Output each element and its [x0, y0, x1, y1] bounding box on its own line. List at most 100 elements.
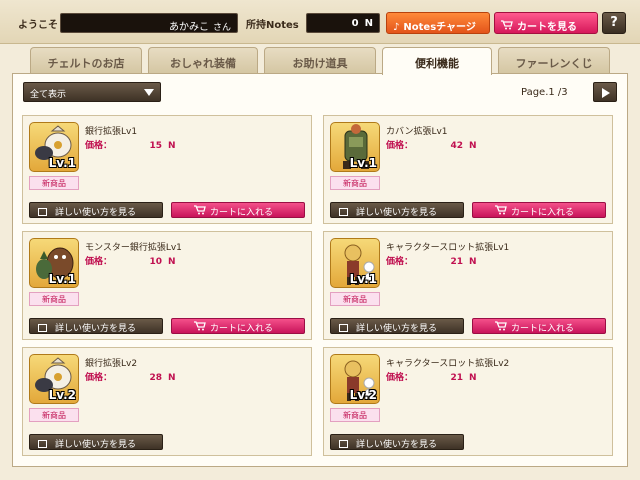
- monster-icon: Lv.1: [29, 238, 79, 288]
- price-unit: N: [469, 373, 477, 383]
- howto-button[interactable]: 詳しい使い方を見る: [330, 318, 464, 334]
- price-label: 価格：: [85, 373, 113, 383]
- howto-button[interactable]: 詳しい使い方を見る: [330, 202, 464, 218]
- add-to-cart-label: カートに入れる: [210, 208, 274, 218]
- price-unit: N: [168, 257, 176, 267]
- help-button[interactable]: ?: [602, 12, 626, 34]
- add-to-cart-button[interactable]: カートに入れる: [472, 202, 606, 218]
- level-badge: Lv.1: [48, 272, 76, 286]
- music-note-icon: ♪: [393, 22, 400, 33]
- new-item-badge: 新商品: [330, 408, 380, 422]
- cart-icon: [495, 205, 507, 218]
- tab-convenience[interactable]: 便利機能: [382, 47, 492, 75]
- book-icon: [38, 208, 47, 216]
- item-name: カバン拡張Lv1: [386, 127, 448, 137]
- add-to-cart-button[interactable]: カートに入れる: [171, 318, 305, 334]
- notes-balance: 0N: [306, 13, 380, 33]
- price-unit: N: [168, 141, 176, 151]
- price-value: 10: [149, 257, 163, 267]
- filter-dropdown[interactable]: 全て表示: [23, 82, 161, 102]
- level-badge: Lv.1: [349, 156, 377, 170]
- notes-value: 0: [351, 18, 359, 29]
- item-name: 銀行拡張Lv1: [85, 127, 138, 137]
- price-label: 価格：: [85, 141, 113, 151]
- chevron-down-icon: [144, 89, 154, 96]
- price-value: 28: [149, 373, 163, 383]
- notes-label: 所持Notes: [246, 20, 299, 31]
- add-to-cart-button[interactable]: カートに入れる: [472, 318, 606, 334]
- welcome-label: ようこそ: [18, 20, 58, 31]
- howto-label: 詳しい使い方を見る: [55, 324, 137, 334]
- tab-helper-tools[interactable]: お助け道具: [264, 47, 376, 74]
- character-icon: Lv.1: [330, 238, 380, 288]
- cart-icon: [194, 205, 206, 218]
- level-badge: Lv.2: [349, 388, 377, 402]
- item-card: Lv.2 銀行拡張Lv2 価格： 28 N 新商品 詳しい使い方を見る: [22, 347, 312, 456]
- add-to-cart-label: カートに入れる: [511, 208, 575, 218]
- item-card: Lv.1 銀行拡張Lv1 価格： 15 N 新商品 詳しい使い方を見る カートに入れ…: [22, 115, 312, 224]
- level-badge: Lv.1: [48, 156, 76, 170]
- price-value: 21: [450, 257, 464, 267]
- notes-charge-button[interactable]: ♪ Notesチャージ: [386, 12, 490, 34]
- notes-unit: N: [364, 18, 373, 29]
- top-bar: ようこそ あかみこ さん 所持Notes 0N ♪ Notesチャージ カートを見る…: [0, 0, 640, 44]
- howto-label: 詳しい使い方を見る: [55, 208, 137, 218]
- item-price: 価格： 28 N: [85, 370, 176, 383]
- new-item-badge: 新商品: [29, 292, 79, 306]
- level-badge: Lv.2: [48, 388, 76, 402]
- item-price: 価格： 21 N: [386, 254, 477, 267]
- page-indicator: Page.1 /3: [521, 87, 568, 98]
- price-label: 価格：: [386, 373, 414, 383]
- price-value: 15: [149, 141, 163, 151]
- howto-button[interactable]: 詳しい使い方を見る: [29, 202, 163, 218]
- howto-button[interactable]: 詳しい使い方を見る: [29, 318, 163, 334]
- next-page-button[interactable]: [593, 82, 617, 102]
- filter-selected: 全て表示: [30, 90, 67, 100]
- item-name: キャラクタースロット拡張Lv2: [386, 359, 510, 369]
- tab-chelto-shop[interactable]: チェルトのお店: [30, 47, 142, 74]
- item-price: 価格： 21 N: [386, 370, 477, 383]
- shop-panel: 全て表示 Page.1 /3 Lv.1 銀行拡張Lv1 価格： 15 N 新商品 詳…: [12, 73, 628, 467]
- cart-icon: [194, 321, 206, 334]
- book-icon: [339, 208, 348, 216]
- tab-faren-lottery[interactable]: ファーレンくじ: [498, 47, 610, 74]
- howto-label: 詳しい使い方を見る: [356, 440, 438, 450]
- price-unit: N: [469, 141, 477, 151]
- howto-label: 詳しい使い方を見る: [55, 440, 137, 450]
- new-item-badge: 新商品: [29, 176, 79, 190]
- item-card: Lv.2 キャラクタースロット拡張Lv2 価格： 21 N 新商品 詳しい使い方を見…: [323, 347, 613, 456]
- book-icon: [339, 324, 348, 332]
- price-value: 21: [450, 373, 464, 383]
- username-display: あかみこ さん: [60, 13, 238, 33]
- howto-button[interactable]: 詳しい使い方を見る: [29, 434, 163, 450]
- price-value: 42: [450, 141, 464, 151]
- character-icon: Lv.2: [330, 354, 380, 404]
- bank-bag-icon: Lv.2: [29, 354, 79, 404]
- cart-icon: [501, 20, 513, 33]
- book-icon: [339, 440, 348, 448]
- bank-bag-icon: Lv.1: [29, 122, 79, 172]
- price-label: 価格：: [386, 257, 414, 267]
- notes-charge-label: Notesチャージ: [403, 22, 476, 33]
- item-card: Lv.1 キャラクタースロット拡張Lv1 価格： 21 N 新商品 詳しい使い方を見…: [323, 231, 613, 340]
- new-item-badge: 新商品: [330, 176, 380, 190]
- add-to-cart-label: カートに入れる: [511, 324, 575, 334]
- add-to-cart-button[interactable]: カートに入れる: [171, 202, 305, 218]
- howto-label: 詳しい使い方を見る: [356, 324, 438, 334]
- book-icon: [38, 324, 47, 332]
- price-unit: N: [469, 257, 477, 267]
- price-label: 価格：: [85, 257, 113, 267]
- item-price: 価格： 15 N: [85, 138, 176, 151]
- arrow-right-icon: [602, 88, 610, 98]
- new-item-badge: 新商品: [29, 408, 79, 422]
- howto-button[interactable]: 詳しい使い方を見る: [330, 434, 464, 450]
- tab-fashion-equipment[interactable]: おしゃれ装備: [148, 47, 258, 74]
- book-icon: [38, 440, 47, 448]
- backpack-character-icon: Lv.1: [330, 122, 380, 172]
- item-price: 価格： 42 N: [386, 138, 477, 151]
- price-unit: N: [168, 373, 176, 383]
- view-cart-button[interactable]: カートを見る: [494, 12, 598, 34]
- price-label: 価格：: [386, 141, 414, 151]
- username: あかみこ: [168, 22, 209, 33]
- item-name: 銀行拡張Lv2: [85, 359, 138, 369]
